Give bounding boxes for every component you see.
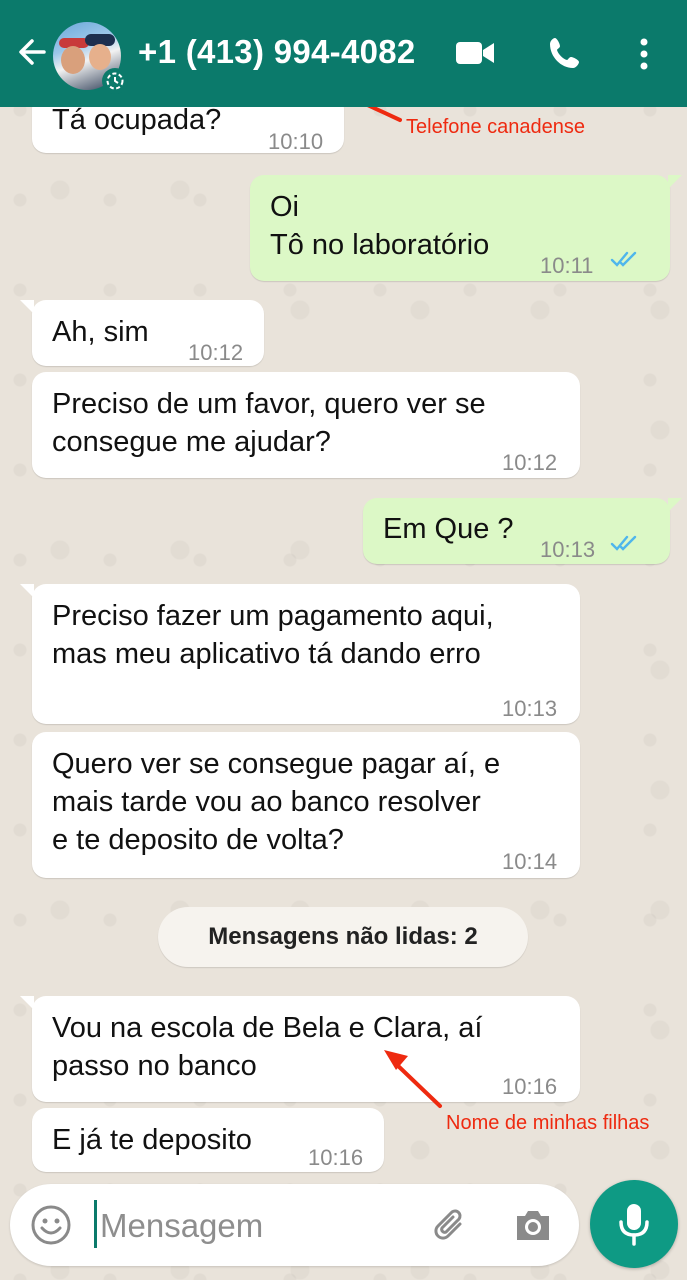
- message-bubble-incoming[interactable]: Preciso de um favor, quero ver se conseg…: [32, 372, 580, 478]
- microphone-icon: [619, 1204, 649, 1246]
- message-time: 10:16: [308, 1145, 364, 1170]
- message-time: 10:12: [188, 340, 244, 365]
- back-arrow-icon[interactable]: [14, 34, 50, 70]
- chat-header: +1 (413) 994-4082: [0, 0, 687, 107]
- message-bubble-incoming[interactable]: Ah, sim 10:12: [20, 300, 264, 366]
- status-icon: [102, 68, 128, 94]
- message-text: E já te deposito: [52, 1124, 252, 1156]
- message-bubble-incoming[interactable]: Quero ver se consegue pagar aí, e mais t…: [32, 732, 580, 878]
- message-time: 10:16: [502, 1074, 558, 1099]
- read-receipt-icon: [610, 535, 637, 551]
- message-text: Em Que ?: [383, 513, 514, 545]
- contact-name[interactable]: +1 (413) 994-4082: [138, 33, 416, 71]
- emoji-icon[interactable]: [30, 1204, 72, 1246]
- message-text: Preciso fazer um pagamento aqui, mas meu…: [52, 600, 494, 670]
- voice-call-icon[interactable]: [547, 35, 583, 71]
- message-time: 10:12: [502, 450, 558, 475]
- camera-icon[interactable]: [513, 1206, 553, 1244]
- message-text: Preciso de um favor, quero ver se conseg…: [52, 388, 486, 458]
- annotation-names: Nome de minhas filhas: [446, 1112, 650, 1134]
- text-cursor: [94, 1200, 97, 1248]
- message-input[interactable]: [98, 1200, 402, 1252]
- more-options-icon[interactable]: [632, 34, 656, 74]
- unread-messages-banner: Mensagens não lidas: 2: [158, 907, 528, 967]
- message-bubble-outgoing[interactable]: Em Que ? 10:13: [363, 498, 682, 564]
- read-receipt-icon: [610, 251, 637, 267]
- message-bubble-incoming[interactable]: Vou na escola de Bela e Clara, aí passo …: [20, 996, 580, 1102]
- paperclip-icon[interactable]: [430, 1204, 470, 1246]
- message-bubble-incoming[interactable]: E já te deposito 10:16: [32, 1108, 384, 1172]
- message-text: Quero ver se consegue pagar aí, e mais t…: [52, 748, 501, 856]
- video-call-icon[interactable]: [455, 38, 495, 68]
- message-time: 10:14: [502, 849, 558, 874]
- message-time: 10:11: [540, 253, 594, 278]
- message-text: Ah, sim: [52, 316, 149, 348]
- microphone-button[interactable]: [590, 1180, 678, 1268]
- message-bubble-incoming[interactable]: Preciso fazer um pagamento aqui, mas meu…: [20, 584, 580, 724]
- message-text: Oi Tô no laboratório: [270, 191, 490, 261]
- message-composer: [10, 1184, 579, 1266]
- message-time: 10:13: [502, 696, 558, 721]
- message-bubble-outgoing[interactable]: Oi Tô no laboratório 10:11: [250, 175, 682, 281]
- annotation-phone: Telefone canadense: [406, 116, 586, 138]
- annotation-arrow-names: [384, 1050, 442, 1108]
- message-time: 10:13: [540, 537, 596, 562]
